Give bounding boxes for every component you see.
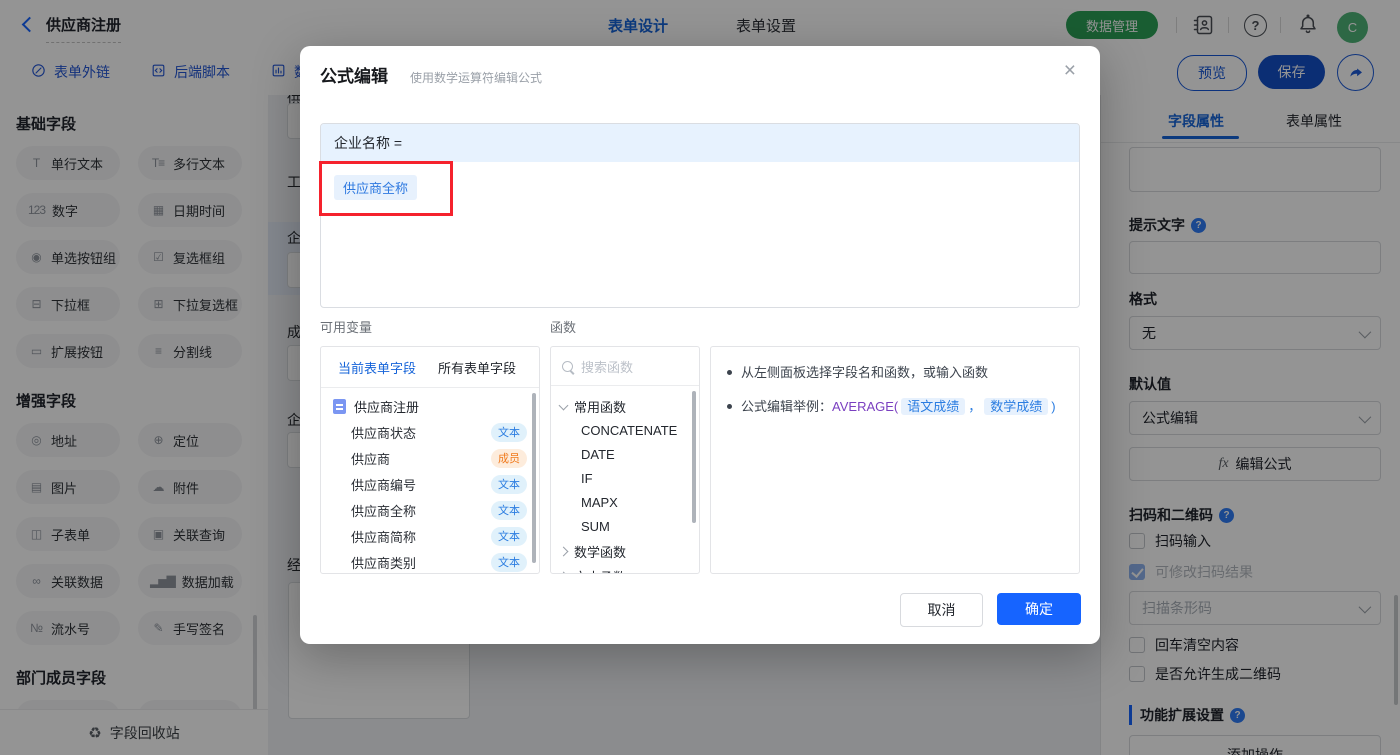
search-placeholder: 搜索函数: [581, 359, 634, 375]
variable-row[interactable]: 供应商全称 文本: [321, 497, 539, 523]
functions-label: 函数: [550, 320, 577, 335]
tab-current-form-fields[interactable]: 当前表单字段: [338, 358, 416, 377]
function-search-input[interactable]: 搜索函数: [551, 347, 699, 386]
tab-all-form-fields[interactable]: 所有表单字段: [438, 358, 516, 377]
variable-name: 供应商全称: [351, 503, 417, 519]
help-line: 从左侧面板选择字段名和函数，或输入函数: [727, 362, 1063, 383]
example-field-chip: 数学成绩: [984, 398, 1049, 415]
close-icon[interactable]: ×: [1064, 60, 1076, 81]
modal-title: 公式编辑: [320, 67, 388, 86]
function-item[interactable]: IF: [551, 467, 699, 491]
help-example-line: 公式编辑举例：AVERAGE(语文成绩，数学成绩): [727, 396, 1063, 417]
variable-name: 供应商: [351, 451, 391, 467]
variable-name: 供应商编号: [351, 477, 417, 493]
variable-type-badge: 成员: [491, 448, 527, 468]
variable-name: 供应商类别: [351, 555, 417, 571]
function-item[interactable]: CONCATENATE: [551, 419, 699, 443]
function-group-2[interactable]: 数学函数: [551, 539, 699, 564]
formula-help-panel: 从左侧面板选择字段名和函数，或输入函数 公式编辑举例：AVERAGE(语文成绩，…: [710, 346, 1080, 574]
variables-tree-root[interactable]: 供应商注册: [321, 388, 539, 419]
example-field-chip: 语文成绩: [901, 398, 966, 415]
bullet: [727, 404, 732, 409]
variables-label: 可用变量: [320, 320, 373, 335]
cancel-button[interactable]: 取消: [900, 593, 983, 627]
modal-subtitle: 使用数学运算符编辑公式: [410, 71, 543, 85]
variable-type-badge: 文本: [491, 500, 527, 520]
function-item[interactable]: DATE: [551, 443, 699, 467]
variable-name: 供应商简称: [351, 529, 417, 545]
function-item[interactable]: MAPX: [551, 491, 699, 515]
variables-panel: 当前表单字段 所有表单字段 供应商注册 供应商状态 文本 供应商 成员 供应商编号 文本供…: [320, 346, 540, 574]
function-group-label: 数学函数: [574, 545, 627, 560]
function-item[interactable]: SUM: [551, 515, 699, 539]
function-group-label: 常用函数: [574, 400, 627, 415]
chevron-right-icon: [558, 571, 569, 573]
function-group-3[interactable]: 文本函数: [551, 564, 699, 573]
form-doc-icon: [333, 399, 346, 414]
annotation-highlight-rect: [319, 161, 453, 216]
chevron-right-icon: [558, 546, 569, 557]
function-group-label: 文本函数: [574, 567, 626, 573]
variable-type-badge: 文本: [491, 474, 527, 494]
variables-scrollbar[interactable]: [532, 393, 536, 563]
functions-list: 常用函数 CONCATENATEDATEIFMAPXSUM 数学函数文本函数: [551, 386, 699, 573]
functions-panel: 搜索函数 常用函数 CONCATENATEDATEIFMAPXSUM 数学函数文本函…: [550, 346, 700, 574]
variables-list: 供应商状态 文本 供应商 成员 供应商编号 文本 供应商全称 文本 供应商简称 文本 供应商类别 文本: [321, 419, 539, 573]
confirm-button[interactable]: 确定: [997, 593, 1081, 625]
variable-row[interactable]: 供应商类别 文本: [321, 549, 539, 573]
example-function-name: AVERAGE(: [832, 399, 899, 414]
variable-row[interactable]: 供应商 成员: [321, 445, 539, 471]
functions-scrollbar[interactable]: [692, 391, 696, 523]
variable-row[interactable]: 供应商编号 文本: [321, 471, 539, 497]
variables-tabs: 当前表单字段 所有表单字段: [321, 347, 539, 388]
variable-type-badge: 文本: [491, 526, 527, 546]
variable-name: 供应商状态: [351, 425, 417, 441]
variable-row[interactable]: 供应商状态 文本: [321, 419, 539, 445]
bullet: [727, 370, 732, 375]
variable-type-badge: 文本: [491, 552, 527, 572]
search-icon: [562, 360, 573, 372]
variable-row[interactable]: 供应商简称 文本: [321, 523, 539, 549]
app-window: 供应商注册 表单设计 表单设置 数据管理 ? C 表单外链后端脚本数据权限 预览…: [0, 0, 1400, 755]
formula-editor-modal: 公式编辑 使用数学运算符编辑公式 × 企业名称 = 供应商全称 可用变量 函数 …: [300, 46, 1100, 644]
chevron-down-icon: [558, 400, 569, 410]
variable-type-badge: 文本: [491, 422, 527, 442]
function-group-1[interactable]: 常用函数: [551, 394, 699, 419]
formula-target: 企业名称 =: [321, 124, 1079, 162]
